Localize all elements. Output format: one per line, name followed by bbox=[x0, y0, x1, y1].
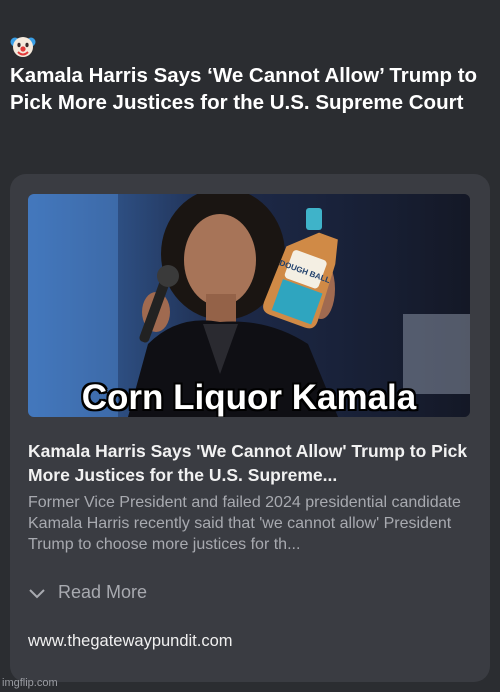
meme-caption: Corn Liquor Kamala bbox=[81, 378, 417, 417]
chevron-down-icon bbox=[29, 588, 45, 598]
read-more-button[interactable]: Read More bbox=[28, 582, 147, 603]
read-more-label: Read More bbox=[58, 582, 148, 602]
imgflip-watermark: imgflip.com bbox=[2, 677, 58, 689]
article-description: Former Vice President and failed 2024 pr… bbox=[28, 494, 461, 553]
clown-face-icon bbox=[10, 33, 36, 59]
source-url[interactable]: www.thegatewaypundit.com bbox=[28, 632, 233, 651]
post-title: Kamala Harris Says ‘We Cannot Allow’ Tru… bbox=[10, 64, 478, 114]
link-preview-card[interactable]: DOUGH BALL Corn Liquor Kamala Kamala Har… bbox=[10, 174, 490, 682]
article-image[interactable]: DOUGH BALL Corn Liquor Kamala bbox=[28, 194, 470, 417]
article-title[interactable]: Kamala Harris Says 'We Cannot Allow' Tru… bbox=[28, 439, 478, 487]
